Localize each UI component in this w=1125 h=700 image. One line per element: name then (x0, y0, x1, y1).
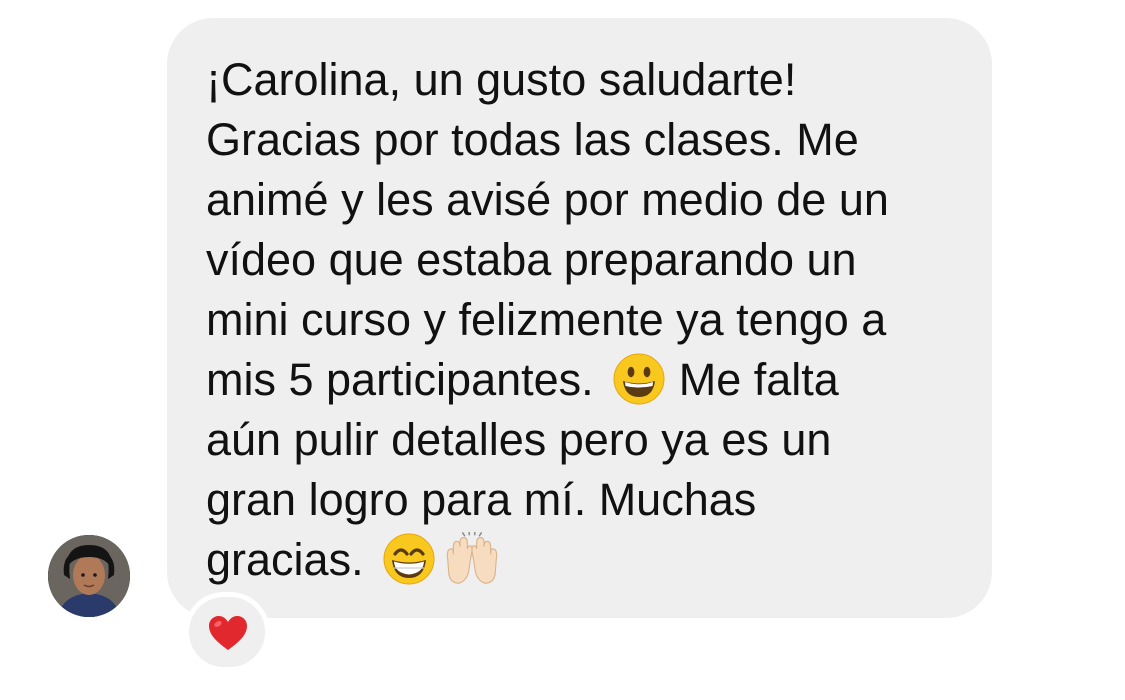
message-line: ¡Carolina, un gusto saludarte! (206, 54, 797, 105)
message-line: gran logro para mí. Muchas (206, 474, 757, 525)
message-line: vídeo que estaba preparando un (206, 234, 857, 285)
message-line: mis 5 participantes. Me falta (206, 350, 976, 410)
avatar-photo (48, 535, 130, 617)
message-line: Gracias por todas las clases. Me (206, 114, 859, 165)
message-line: aún pulir detalles pero ya es un (206, 414, 832, 465)
message-line-segment: gracias. (206, 534, 364, 585)
sender-avatar[interactable] (48, 535, 130, 617)
message-line-segment: Me falta (678, 354, 839, 405)
message-line: animé y les avisé por medio de un (206, 174, 889, 225)
message-line: mini curso y felizmente ya tengo a (206, 294, 887, 345)
message-line: gracias. (206, 530, 976, 590)
message-line-segment: mis 5 participantes. (206, 354, 594, 405)
raising-hands-icon (440, 532, 504, 586)
red-heart-icon (209, 616, 247, 650)
heart-reaction[interactable] (184, 592, 270, 672)
message-text: ¡Carolina, un gusto saludarte! Gracias p… (206, 50, 976, 590)
grinning-face-icon (612, 352, 666, 406)
beaming-face-icon (382, 532, 436, 586)
